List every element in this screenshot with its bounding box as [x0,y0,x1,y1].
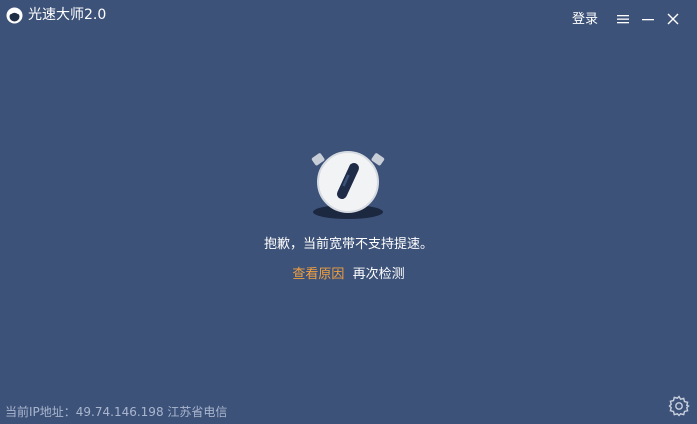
app-window: 光速大师2.0 登录 抱歉，当前宽带不支持提速。 查看原因 再次检测 当前IP地… [0,0,697,424]
login-link[interactable]: 登录 [572,11,598,29]
status-message: 抱歉，当前宽带不支持提速。 [263,237,433,252]
close-icon[interactable] [666,12,680,26]
minimize-icon[interactable] [641,12,655,26]
title-bar[interactable]: 光速大师2.0 登录 [0,0,697,34]
ip-info: 当前IP地址：49.74.146.198 江苏省电信 [5,404,227,420]
recheck-link[interactable]: 再次检测 [353,267,405,282]
ip-label: 当前IP地址： [5,405,76,419]
broken-speedometer-icon [311,151,385,219]
isp-name: 江苏省电信 [167,405,228,419]
hamburger-menu-icon[interactable] [616,12,630,26]
app-title: 光速大师2.0 [28,7,107,23]
ip-address: 49.74.146.198 [75,405,164,419]
view-reason-link[interactable]: 查看原因 [292,267,344,282]
action-links: 查看原因 再次检测 [0,266,697,284]
app-logo-icon [6,7,23,24]
gear-icon[interactable] [667,394,691,418]
